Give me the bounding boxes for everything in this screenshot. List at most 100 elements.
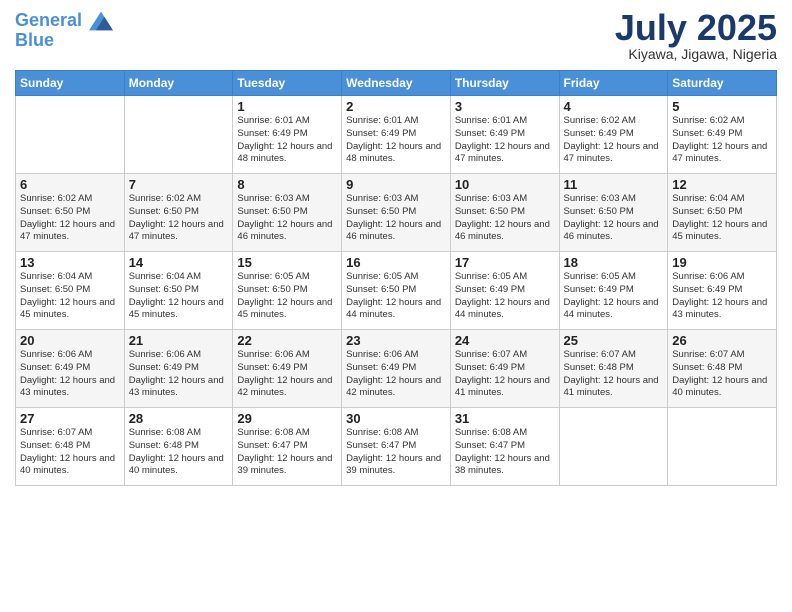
day-number: 14	[129, 255, 229, 270]
day-number: 8	[237, 177, 337, 192]
logo: General Blue	[15, 10, 113, 51]
day-number: 30	[346, 411, 446, 426]
day-info: Sunrise: 6:02 AMSunset: 6:49 PMDaylight:…	[564, 115, 664, 166]
month-title: July 2025	[615, 10, 777, 46]
day-number: 19	[672, 255, 772, 270]
calendar-cell: 26Sunrise: 6:07 AMSunset: 6:48 PMDayligh…	[668, 330, 777, 408]
calendar-cell: 27Sunrise: 6:07 AMSunset: 6:48 PMDayligh…	[16, 408, 125, 486]
day-number: 10	[455, 177, 555, 192]
calendar-cell	[668, 408, 777, 486]
logo-line2: Blue	[15, 30, 113, 51]
day-info: Sunrise: 6:06 AMSunset: 6:49 PMDaylight:…	[346, 349, 446, 400]
day-number: 28	[129, 411, 229, 426]
calendar-cell: 4Sunrise: 6:02 AMSunset: 6:49 PMDaylight…	[559, 96, 668, 174]
day-info: Sunrise: 6:02 AMSunset: 6:49 PMDaylight:…	[672, 115, 772, 166]
day-number: 7	[129, 177, 229, 192]
calendar-cell: 30Sunrise: 6:08 AMSunset: 6:47 PMDayligh…	[342, 408, 451, 486]
calendar-cell: 20Sunrise: 6:06 AMSunset: 6:49 PMDayligh…	[16, 330, 125, 408]
day-number: 15	[237, 255, 337, 270]
calendar-cell: 25Sunrise: 6:07 AMSunset: 6:48 PMDayligh…	[559, 330, 668, 408]
day-info: Sunrise: 6:02 AMSunset: 6:50 PMDaylight:…	[20, 193, 120, 244]
day-info: Sunrise: 6:05 AMSunset: 6:49 PMDaylight:…	[455, 271, 555, 322]
day-info: Sunrise: 6:07 AMSunset: 6:48 PMDaylight:…	[564, 349, 664, 400]
calendar-cell: 22Sunrise: 6:06 AMSunset: 6:49 PMDayligh…	[233, 330, 342, 408]
day-info: Sunrise: 6:07 AMSunset: 6:48 PMDaylight:…	[672, 349, 772, 400]
calendar-cell	[16, 96, 125, 174]
day-number: 25	[564, 333, 664, 348]
day-number: 1	[237, 99, 337, 114]
calendar-weekday-header: Friday	[559, 71, 668, 96]
calendar-cell: 7Sunrise: 6:02 AMSunset: 6:50 PMDaylight…	[124, 174, 233, 252]
day-number: 13	[20, 255, 120, 270]
calendar-week-row: 1Sunrise: 6:01 AMSunset: 6:49 PMDaylight…	[16, 96, 777, 174]
calendar-cell: 15Sunrise: 6:05 AMSunset: 6:50 PMDayligh…	[233, 252, 342, 330]
day-info: Sunrise: 6:04 AMSunset: 6:50 PMDaylight:…	[20, 271, 120, 322]
day-info: Sunrise: 6:01 AMSunset: 6:49 PMDaylight:…	[237, 115, 337, 166]
day-info: Sunrise: 6:07 AMSunset: 6:48 PMDaylight:…	[20, 427, 120, 478]
calendar-weekday-header: Thursday	[450, 71, 559, 96]
day-info: Sunrise: 6:08 AMSunset: 6:47 PMDaylight:…	[455, 427, 555, 478]
calendar-cell: 28Sunrise: 6:08 AMSunset: 6:48 PMDayligh…	[124, 408, 233, 486]
calendar-week-row: 13Sunrise: 6:04 AMSunset: 6:50 PMDayligh…	[16, 252, 777, 330]
day-info: Sunrise: 6:07 AMSunset: 6:49 PMDaylight:…	[455, 349, 555, 400]
calendar-cell: 17Sunrise: 6:05 AMSunset: 6:49 PMDayligh…	[450, 252, 559, 330]
day-info: Sunrise: 6:08 AMSunset: 6:48 PMDaylight:…	[129, 427, 229, 478]
calendar-cell	[559, 408, 668, 486]
calendar-week-row: 6Sunrise: 6:02 AMSunset: 6:50 PMDaylight…	[16, 174, 777, 252]
day-number: 2	[346, 99, 446, 114]
calendar-cell: 19Sunrise: 6:06 AMSunset: 6:49 PMDayligh…	[668, 252, 777, 330]
title-area: July 2025 Kiyawa, Jigawa, Nigeria	[615, 10, 777, 62]
calendar-weekday-header: Wednesday	[342, 71, 451, 96]
day-info: Sunrise: 6:02 AMSunset: 6:50 PMDaylight:…	[129, 193, 229, 244]
calendar-table: SundayMondayTuesdayWednesdayThursdayFrid…	[15, 70, 777, 486]
calendar-cell: 3Sunrise: 6:01 AMSunset: 6:49 PMDaylight…	[450, 96, 559, 174]
calendar-weekday-header: Monday	[124, 71, 233, 96]
day-number: 6	[20, 177, 120, 192]
day-number: 11	[564, 177, 664, 192]
location: Kiyawa, Jigawa, Nigeria	[615, 46, 777, 62]
logo-icon	[89, 10, 113, 32]
calendar-cell: 21Sunrise: 6:06 AMSunset: 6:49 PMDayligh…	[124, 330, 233, 408]
calendar-cell: 16Sunrise: 6:05 AMSunset: 6:50 PMDayligh…	[342, 252, 451, 330]
calendar-cell: 12Sunrise: 6:04 AMSunset: 6:50 PMDayligh…	[668, 174, 777, 252]
day-info: Sunrise: 6:05 AMSunset: 6:49 PMDaylight:…	[564, 271, 664, 322]
day-number: 31	[455, 411, 555, 426]
day-info: Sunrise: 6:06 AMSunset: 6:49 PMDaylight:…	[237, 349, 337, 400]
calendar-cell: 2Sunrise: 6:01 AMSunset: 6:49 PMDaylight…	[342, 96, 451, 174]
logo-text: General	[15, 10, 113, 32]
day-number: 16	[346, 255, 446, 270]
day-info: Sunrise: 6:03 AMSunset: 6:50 PMDaylight:…	[346, 193, 446, 244]
calendar-page: General Blue July 2025 Kiyawa, Jigawa, N…	[0, 0, 792, 612]
calendar-week-row: 27Sunrise: 6:07 AMSunset: 6:48 PMDayligh…	[16, 408, 777, 486]
day-info: Sunrise: 6:08 AMSunset: 6:47 PMDaylight:…	[346, 427, 446, 478]
calendar-cell: 9Sunrise: 6:03 AMSunset: 6:50 PMDaylight…	[342, 174, 451, 252]
day-info: Sunrise: 6:01 AMSunset: 6:49 PMDaylight:…	[455, 115, 555, 166]
calendar-cell: 10Sunrise: 6:03 AMSunset: 6:50 PMDayligh…	[450, 174, 559, 252]
day-number: 17	[455, 255, 555, 270]
calendar-cell: 29Sunrise: 6:08 AMSunset: 6:47 PMDayligh…	[233, 408, 342, 486]
calendar-cell: 14Sunrise: 6:04 AMSunset: 6:50 PMDayligh…	[124, 252, 233, 330]
calendar-weekday-header: Sunday	[16, 71, 125, 96]
day-info: Sunrise: 6:05 AMSunset: 6:50 PMDaylight:…	[346, 271, 446, 322]
day-info: Sunrise: 6:03 AMSunset: 6:50 PMDaylight:…	[455, 193, 555, 244]
day-info: Sunrise: 6:03 AMSunset: 6:50 PMDaylight:…	[237, 193, 337, 244]
day-info: Sunrise: 6:06 AMSunset: 6:49 PMDaylight:…	[20, 349, 120, 400]
calendar-cell: 8Sunrise: 6:03 AMSunset: 6:50 PMDaylight…	[233, 174, 342, 252]
day-number: 4	[564, 99, 664, 114]
day-info: Sunrise: 6:04 AMSunset: 6:50 PMDaylight:…	[129, 271, 229, 322]
day-number: 12	[672, 177, 772, 192]
day-number: 3	[455, 99, 555, 114]
calendar-cell: 18Sunrise: 6:05 AMSunset: 6:49 PMDayligh…	[559, 252, 668, 330]
day-info: Sunrise: 6:03 AMSunset: 6:50 PMDaylight:…	[564, 193, 664, 244]
calendar-week-row: 20Sunrise: 6:06 AMSunset: 6:49 PMDayligh…	[16, 330, 777, 408]
day-number: 27	[20, 411, 120, 426]
day-number: 5	[672, 99, 772, 114]
calendar-header-row: SundayMondayTuesdayWednesdayThursdayFrid…	[16, 71, 777, 96]
day-info: Sunrise: 6:04 AMSunset: 6:50 PMDaylight:…	[672, 193, 772, 244]
day-number: 18	[564, 255, 664, 270]
calendar-cell: 13Sunrise: 6:04 AMSunset: 6:50 PMDayligh…	[16, 252, 125, 330]
day-info: Sunrise: 6:06 AMSunset: 6:49 PMDaylight:…	[672, 271, 772, 322]
day-info: Sunrise: 6:08 AMSunset: 6:47 PMDaylight:…	[237, 427, 337, 478]
calendar-cell: 11Sunrise: 6:03 AMSunset: 6:50 PMDayligh…	[559, 174, 668, 252]
day-number: 22	[237, 333, 337, 348]
